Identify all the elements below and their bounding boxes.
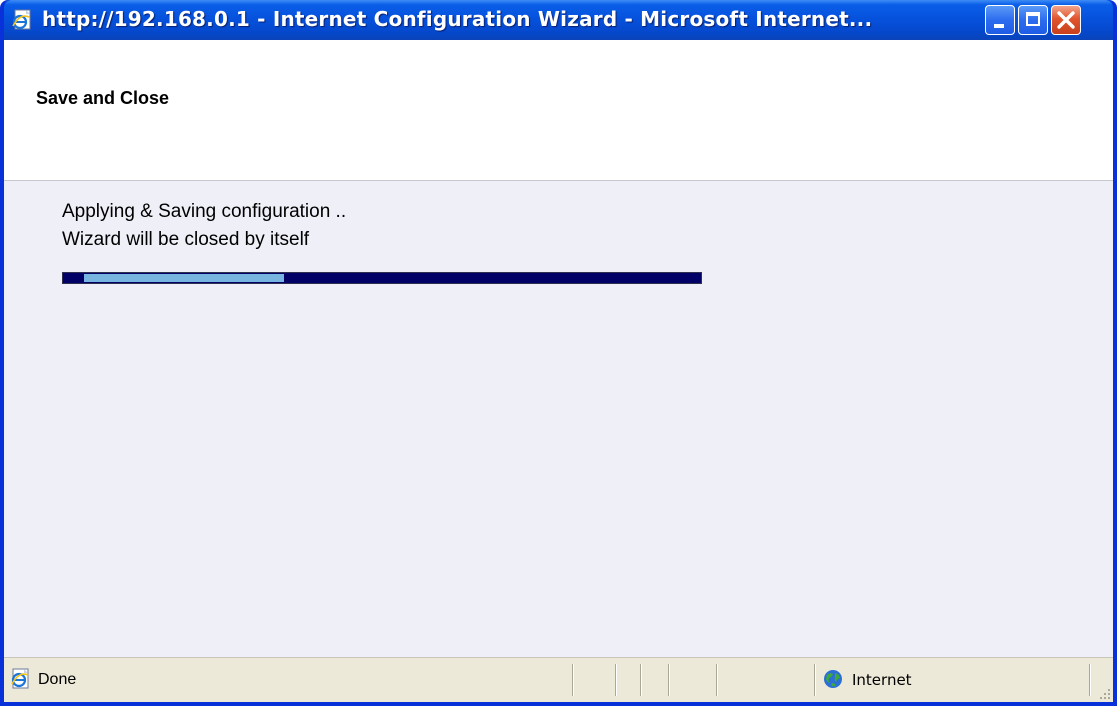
ie-page-icon: [12, 9, 31, 30]
status-separator: [668, 664, 670, 696]
window-title: http://192.168.0.1 - Internet Configurat…: [42, 7, 873, 31]
close-button[interactable]: [1051, 5, 1081, 35]
status-text: Done: [38, 671, 77, 688]
security-zone-label: Internet: [852, 671, 912, 689]
globe-icon: [824, 670, 842, 688]
status-separator: [640, 664, 642, 696]
status-message-line1: Applying & Saving configuration ..: [62, 201, 347, 222]
browser-popup-window: http://192.168.0.1 - Internet Configurat…: [0, 0, 1117, 706]
status-separator: [1089, 664, 1091, 696]
status-message-line2: Wizard will be closed by itself: [62, 229, 310, 250]
status-separator: [572, 664, 574, 696]
wizard-body: [4, 181, 1113, 656]
progress-bar: [62, 272, 702, 284]
minimize-button[interactable]: [985, 5, 1015, 35]
ie-page-icon: [11, 668, 29, 689]
maximize-button[interactable]: [1018, 5, 1048, 35]
status-separator: [615, 664, 617, 696]
status-separator: [716, 664, 718, 696]
maximize-icon: [1026, 12, 1040, 26]
minimize-icon: [994, 24, 1004, 28]
page-content: Save and Close Applying & Saving configu…: [4, 40, 1113, 702]
progress-bar-fill: [84, 274, 285, 282]
title-bar[interactable]: http://192.168.0.1 - Internet Configurat…: [4, 0, 1113, 40]
close-icon: [1057, 11, 1075, 29]
wizard-heading: Save and Close: [36, 88, 170, 108]
status-separator: [814, 664, 816, 696]
status-bar: Done Internet: [4, 657, 1113, 702]
resize-grip-icon[interactable]: [1097, 686, 1111, 700]
wizard-header: Save and Close: [4, 40, 1113, 181]
